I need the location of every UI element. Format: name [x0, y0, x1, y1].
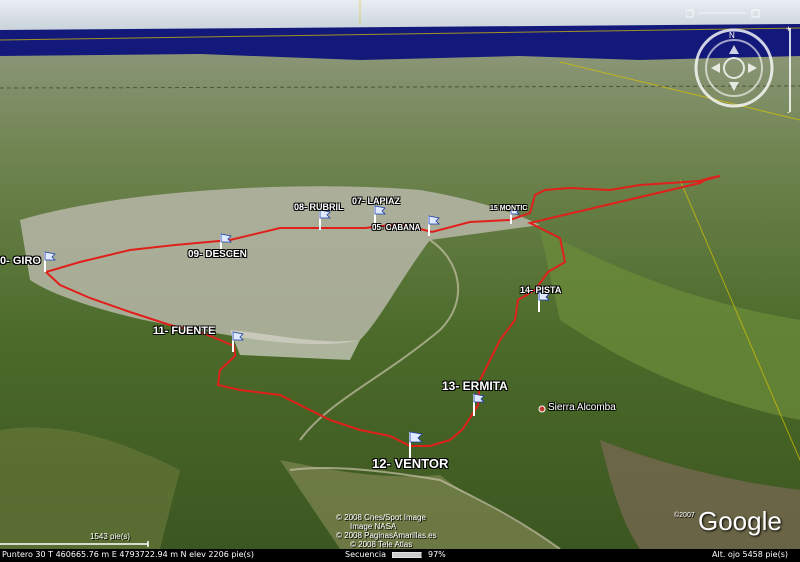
copyright-line: Image NASA: [350, 522, 397, 531]
flag-icon: [428, 215, 440, 236]
waypoint-label: 15 MONTIC: [490, 205, 528, 212]
waypoint-label: 05- CABANA: [372, 223, 421, 232]
svg-text:N: N: [729, 31, 735, 40]
waypoint-label: 12- VENTOR: [372, 456, 449, 471]
flag-icon: [232, 331, 244, 352]
copyright-line: © 2008 PaginasAmarillas.es: [336, 531, 437, 540]
waypoint-label: 11- FUENTE: [153, 325, 216, 337]
waypoint-label: 07- LAPIAZ: [352, 196, 401, 206]
waypoint-label: 08- RUBRIL: [294, 202, 344, 212]
view-toggles[interactable]: [685, 7, 786, 19]
waypoint-label: 14- PISTA: [520, 285, 562, 295]
pointer-readout: Puntero 30 T 460665.76 m E 4793722.94 m …: [2, 550, 254, 559]
logo-year: ©2007: [674, 512, 695, 519]
terrain-view[interactable]: N + -: [0, 0, 800, 562]
flag-icon: [473, 393, 485, 416]
flag-icon: [44, 251, 56, 272]
stream-label: Secuencia: [345, 550, 386, 559]
stream-percent: 97%: [428, 550, 446, 559]
svg-text:-: -: [787, 107, 790, 117]
google-logo: Google: [698, 506, 782, 536]
scale-bar: [0, 541, 149, 547]
waypoint-label: 13- ERMITA: [442, 379, 508, 393]
scale-label: 1543 pie(s): [90, 532, 131, 541]
place-dot-icon: [538, 405, 546, 413]
waypoint-label: 0- GIRO: [0, 255, 41, 267]
map-viewport[interactable]: N + - 0- GIRO 09- DESCEN 08- RUBRIL 07- …: [0, 0, 800, 562]
status-bar: Puntero 30 T 460665.76 m E 4793722.94 m …: [0, 549, 800, 562]
stream-progress: [392, 552, 422, 558]
waypoint-label: 09- DESCEN: [188, 249, 247, 260]
flag-icon: [409, 431, 423, 458]
svg-text:+: +: [786, 24, 791, 34]
copyright-line: © 2008 Tele Atlas: [350, 540, 413, 549]
copyright-line: © 2008 Cnes/Spot Image: [336, 513, 426, 522]
place-label: Sierra Alcomba: [548, 402, 616, 413]
eye-altitude: Alt. ojo 5458 pie(s): [712, 550, 789, 559]
